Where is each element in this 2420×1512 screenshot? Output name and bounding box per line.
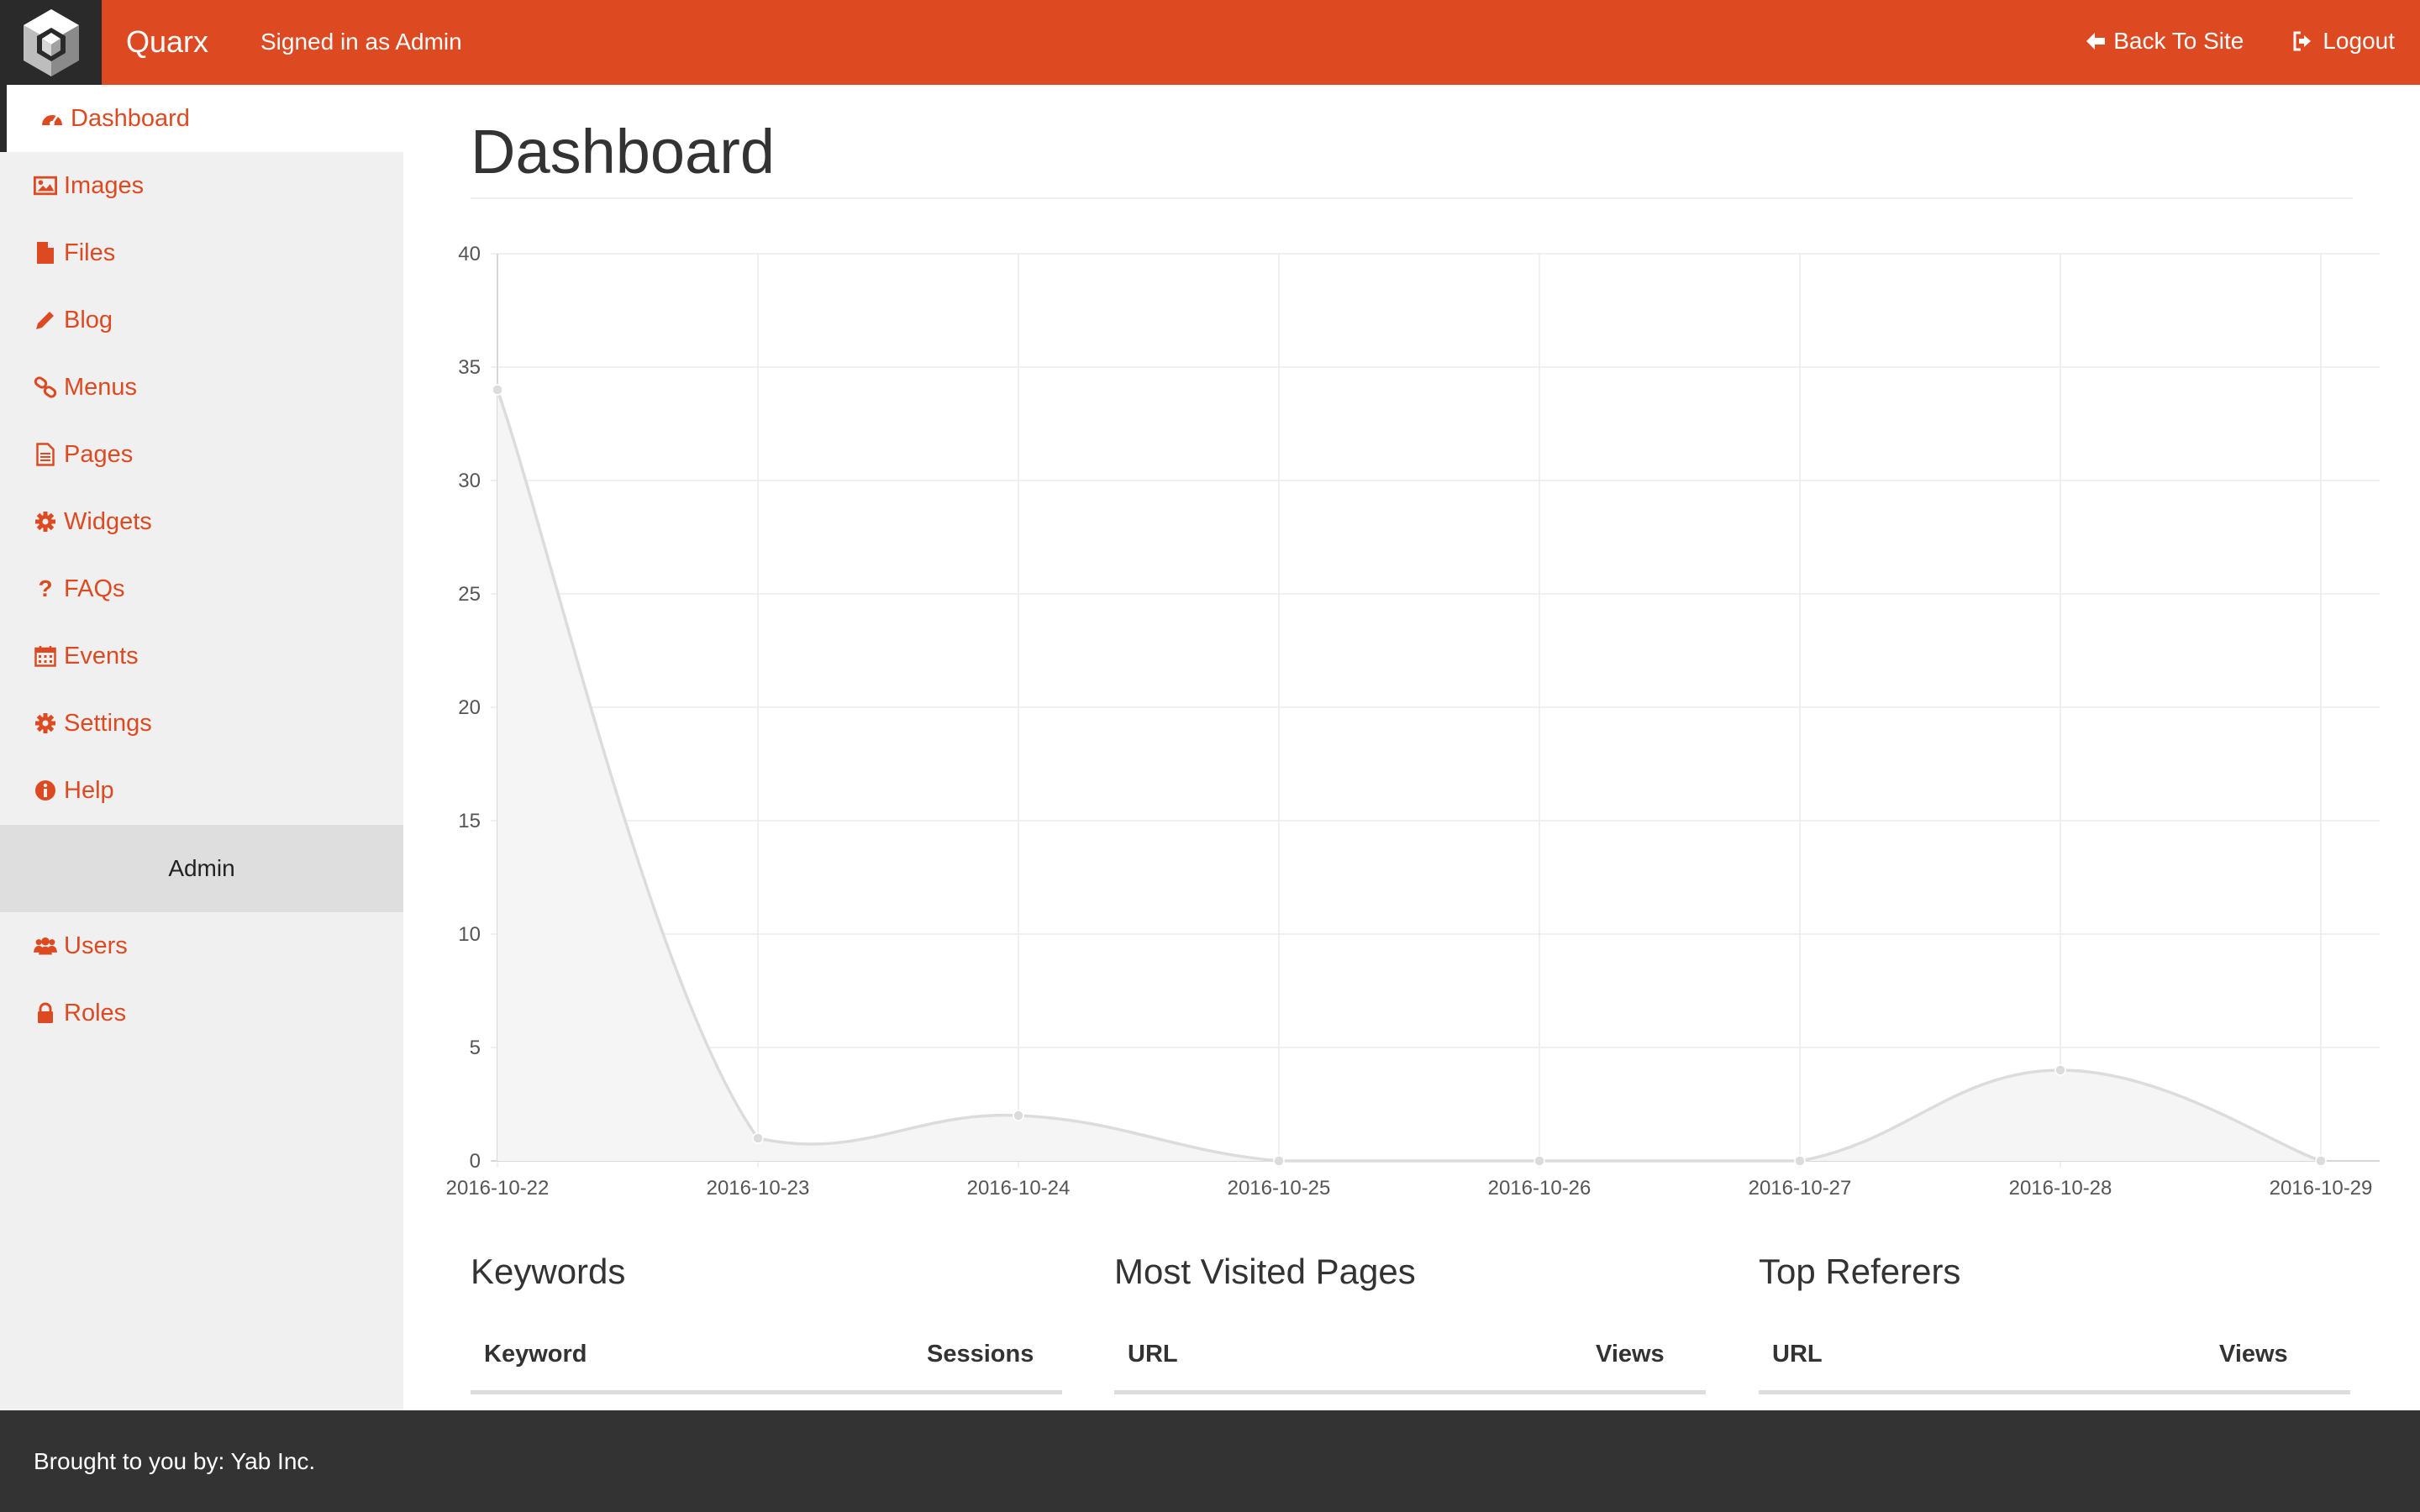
sidebar-item-faqs[interactable]: ? FAQs <box>0 555 403 622</box>
file-icon <box>34 241 57 265</box>
gear-icon <box>34 711 57 735</box>
logo[interactable] <box>0 0 102 85</box>
sidebar-item-label: Menus <box>64 373 138 401</box>
brand-link[interactable]: Quarx <box>126 23 208 61</box>
x-tick-label: 2016-10-23 <box>707 1177 810 1200</box>
page-icon <box>34 443 57 466</box>
x-tick-label: 2016-10-25 <box>1228 1177 1331 1200</box>
data-point <box>2054 1064 2066 1076</box>
logout-label: Logout <box>2323 28 2395 54</box>
x-tick-label: 2016-10-29 <box>2270 1177 2373 1200</box>
sidebar-item-label: Settings <box>64 709 152 737</box>
navbar-right: Back To Site Logout <box>2085 24 2395 58</box>
title-divider <box>471 197 2353 199</box>
x-tick-label: 2016-10-22 <box>446 1177 550 1200</box>
sidebar-item-dashboard[interactable]: Dashboard <box>0 85 403 152</box>
sidebar-item-pages[interactable]: Pages <box>0 421 403 488</box>
sidebar-item-users[interactable]: Users <box>0 912 403 979</box>
top-referers-table-rule <box>1759 1390 2350 1394</box>
gear-icon <box>34 510 57 533</box>
keywords-title: Keywords <box>471 1252 626 1291</box>
footer-text: Brought to you by: Yab Inc. <box>34 1447 316 1474</box>
data-point <box>1013 1110 1024 1121</box>
chart-svg: 0 5 10 15 20 25 30 35 40 2016-10-22 2016-10-23 2016… <box>446 243 2380 1200</box>
sidebar-item-images[interactable]: Images <box>0 152 403 219</box>
sidebar-item-label: Files <box>64 239 116 266</box>
sidebar-item-label: Help <box>64 776 114 804</box>
sidebar-item-label: Dashboard <box>71 104 190 132</box>
y-tick-label: 0 <box>470 1150 481 1173</box>
sidebar-item-blog[interactable]: Blog <box>0 286 403 354</box>
data-point <box>1534 1155 1545 1167</box>
data-point <box>492 384 503 396</box>
y-tick-label: 30 <box>458 470 481 492</box>
y-tick-label: 5 <box>470 1037 481 1059</box>
info-icon <box>34 779 57 802</box>
signed-in-text: Signed in as Admin <box>260 29 462 55</box>
data-point <box>752 1132 764 1144</box>
sidebar-item-label: Roles <box>64 999 127 1026</box>
sign-out-icon <box>2293 31 2312 51</box>
question-icon: ? <box>38 575 53 601</box>
x-tick-label: 2016-10-24 <box>967 1177 1071 1200</box>
sidebar-item-events[interactable]: Events <box>0 622 403 690</box>
most-visited-table-rule <box>1114 1390 1706 1394</box>
logout-link[interactable]: Logout <box>2292 24 2395 58</box>
sidebar: Dashboard Images Files Blog Menus Pages <box>0 85 403 1410</box>
back-to-site-link[interactable]: Back To Site <box>2085 24 2244 58</box>
keywords-col-sessions[interactable]: Sessions <box>927 1341 1034 1378</box>
y-tick-label: 10 <box>458 923 481 946</box>
data-point <box>1273 1155 1285 1167</box>
top-referers-col-views[interactable]: Views <box>2219 1341 2288 1378</box>
quarx-logo-icon <box>23 8 79 76</box>
sidebar-section-admin: Admin <box>0 825 403 912</box>
sidebar-item-menus[interactable]: Menus <box>0 354 403 421</box>
sidebar-item-label: Blog <box>64 306 113 333</box>
series-area <box>497 390 2321 1161</box>
dashboard-icon <box>40 107 64 130</box>
most-visited-col-url[interactable]: URL <box>1128 1341 1178 1378</box>
sidebar-item-label: Users <box>64 932 128 959</box>
y-tick-label: 15 <box>458 810 481 832</box>
series-line <box>496 389 2322 1163</box>
top-navbar: Quarx Signed in as Admin Back To Site Lo… <box>0 0 2420 85</box>
sidebar-item-label: Images <box>64 171 145 199</box>
calendar-icon <box>34 644 57 668</box>
sessions-chart: 0 5 10 15 20 25 30 35 40 2016-10-22 2016-10-23 2016… <box>420 227 2420 1218</box>
sidebar-item-help[interactable]: Help <box>0 757 403 824</box>
image-icon <box>34 174 57 197</box>
data-point <box>2315 1155 2327 1167</box>
top-referers-col-url[interactable]: URL <box>1772 1341 1823 1378</box>
sidebar-item-label: FAQs <box>64 575 125 602</box>
arrow-left-icon <box>2086 33 2106 50</box>
y-tick-label: 40 <box>458 243 481 265</box>
sidebar-item-label: Widgets <box>64 507 152 535</box>
x-tick-label: 2016-10-28 <box>2009 1177 2112 1200</box>
sidebar-item-label: Pages <box>64 440 134 468</box>
x-tick-label: 2016-10-27 <box>1749 1177 1852 1200</box>
sidebar-item-settings[interactable]: Settings <box>0 690 403 757</box>
sidebar-item-label: Events <box>64 642 139 669</box>
y-tick-label: 35 <box>458 356 481 379</box>
keywords-col-keyword[interactable]: Keyword <box>484 1341 587 1378</box>
page-title: Dashboard <box>471 117 776 186</box>
data-point <box>1794 1155 1806 1167</box>
footer: Brought to you by: Yab Inc. <box>0 1410 2420 1512</box>
back-to-site-label: Back To Site <box>2113 28 2244 54</box>
pencil-icon <box>34 308 57 332</box>
sidebar-item-roles[interactable]: Roles <box>0 979 403 1047</box>
most-visited-col-views[interactable]: Views <box>1596 1341 1665 1378</box>
keywords-table-rule <box>471 1390 1062 1394</box>
y-tick-label: 25 <box>458 583 481 606</box>
most-visited-title: Most Visited Pages <box>1114 1252 1416 1291</box>
lock-icon <box>34 1001 57 1025</box>
top-referers-title: Top Referers <box>1759 1252 1961 1291</box>
link-icon <box>34 375 57 399</box>
y-tick-label: 20 <box>458 696 481 719</box>
sidebar-item-widgets[interactable]: Widgets <box>0 488 403 555</box>
sidebar-item-files[interactable]: Files <box>0 219 403 286</box>
users-icon <box>34 934 57 958</box>
x-tick-label: 2016-10-26 <box>1488 1177 1591 1200</box>
